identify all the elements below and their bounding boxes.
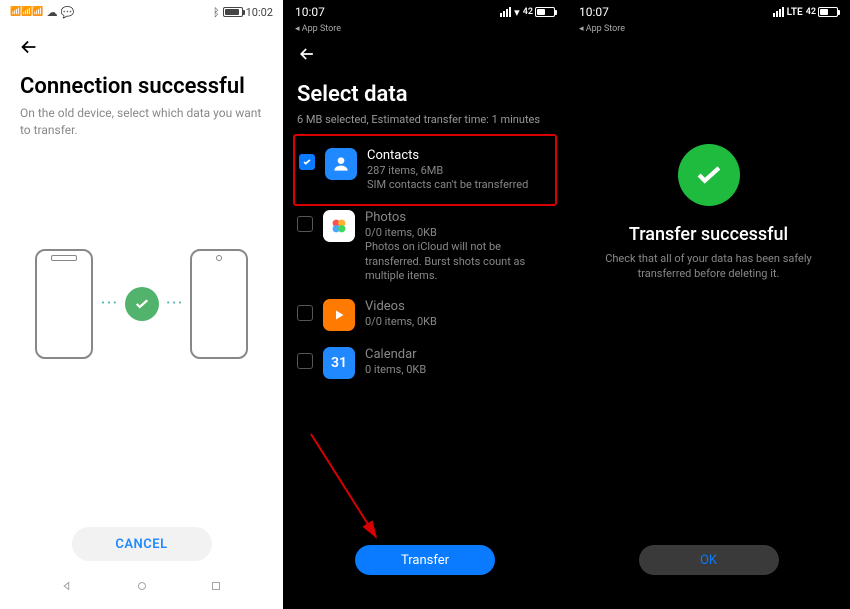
transfer-button[interactable]: Transfer	[355, 545, 495, 575]
old-phone-icon	[35, 249, 93, 359]
back-button[interactable]	[283, 34, 567, 78]
list-item-calendar[interactable]: 31 Calendar 0 items, 0KB	[297, 339, 553, 387]
page-title: Connection successful	[0, 74, 283, 99]
checkbox[interactable]	[297, 353, 313, 369]
bluetooth-icon: ᛒ	[213, 6, 220, 19]
data-list: Contacts 287 items, 6MB SIM contacts can…	[283, 134, 567, 387]
checkbox[interactable]	[299, 154, 315, 170]
connection-diagram: • • • • • •	[0, 249, 283, 359]
status-time: 10:02	[246, 6, 273, 19]
new-phone-icon	[190, 249, 248, 359]
back-button[interactable]	[0, 24, 283, 74]
item-title: Videos	[365, 299, 553, 314]
status-time: 10:07	[295, 5, 325, 19]
highlight-annotation: Contacts 287 items, 6MB SIM contacts can…	[293, 134, 557, 206]
nav-home-icon[interactable]	[135, 578, 149, 597]
item-meta: 287 items, 6MB	[367, 164, 551, 177]
page-subtitle: Check that all of your data has been saf…	[567, 251, 850, 282]
signal-icon	[773, 7, 784, 17]
list-item-videos[interactable]: Videos 0/0 items, 0KB	[297, 291, 553, 339]
signal-icon	[500, 7, 511, 17]
screen-select-data: 10:07 ▾ 42 ◂ App Store Select data 6 MB …	[283, 0, 567, 609]
network-label: LTE	[787, 7, 803, 18]
dots-icon: • • •	[101, 298, 116, 309]
nav-recent-icon[interactable]	[209, 578, 223, 597]
chat-icon: 💬	[61, 6, 75, 19]
battery-icon: 42	[523, 7, 555, 17]
success-check-icon	[678, 144, 740, 206]
item-title: Contacts	[367, 148, 551, 163]
status-bar: 10:07 ▾ 42	[283, 0, 567, 24]
item-meta: 0/0 items, 0KB	[365, 226, 553, 239]
battery-icon: 42	[806, 7, 838, 17]
cloud-icon: ☁	[47, 6, 58, 19]
status-time: 10:07	[579, 5, 609, 19]
battery-icon	[223, 7, 243, 17]
dots-icon: • • •	[167, 298, 182, 309]
item-title: Photos	[365, 210, 553, 225]
nav-back-icon[interactable]	[60, 578, 74, 597]
contacts-icon	[325, 148, 357, 180]
item-note: Photos on iCloud will not be transferred…	[365, 240, 553, 283]
calendar-icon: 31	[323, 347, 355, 379]
videos-icon	[323, 299, 355, 331]
status-bar: 📶📶📶 ☁ 💬 ᛒ 10:02	[0, 0, 283, 24]
page-title: Transfer successful	[629, 224, 788, 245]
item-meta: 0/0 items, 0KB	[365, 315, 553, 328]
photos-icon	[323, 210, 355, 242]
signal-icon: 📶📶📶	[10, 7, 44, 17]
page-subtitle: On the old device, select which data you…	[0, 99, 283, 139]
breadcrumb[interactable]: ◂ App Store	[567, 24, 850, 34]
check-icon	[125, 287, 159, 321]
screen-transfer-successful: 10:07 LTE 42 ◂ App Store Transfer succes…	[567, 0, 850, 609]
checkbox[interactable]	[297, 216, 313, 232]
item-meta: 0 items, 0KB	[365, 363, 553, 376]
breadcrumb[interactable]: ◂ App Store	[283, 24, 567, 34]
screen-connection-successful: 📶📶📶 ☁ 💬 ᛒ 10:02 Connection successful On…	[0, 0, 283, 609]
item-title: Calendar	[365, 347, 553, 362]
status-bar: 10:07 LTE 42	[567, 0, 850, 24]
list-item-contacts[interactable]: Contacts 287 items, 6MB SIM contacts can…	[299, 140, 551, 200]
arrow-annotation	[301, 429, 391, 549]
list-item-photos[interactable]: Photos 0/0 items, 0KB Photos on iCloud w…	[297, 202, 553, 291]
page-title: Select data	[283, 78, 567, 113]
ok-button[interactable]: OK	[639, 545, 779, 575]
cancel-button[interactable]: CANCEL	[72, 527, 212, 561]
nav-bar	[0, 573, 283, 601]
checkbox[interactable]	[297, 305, 313, 321]
item-note: SIM contacts can't be transferred	[367, 178, 551, 192]
wifi-icon: ▾	[514, 6, 520, 19]
